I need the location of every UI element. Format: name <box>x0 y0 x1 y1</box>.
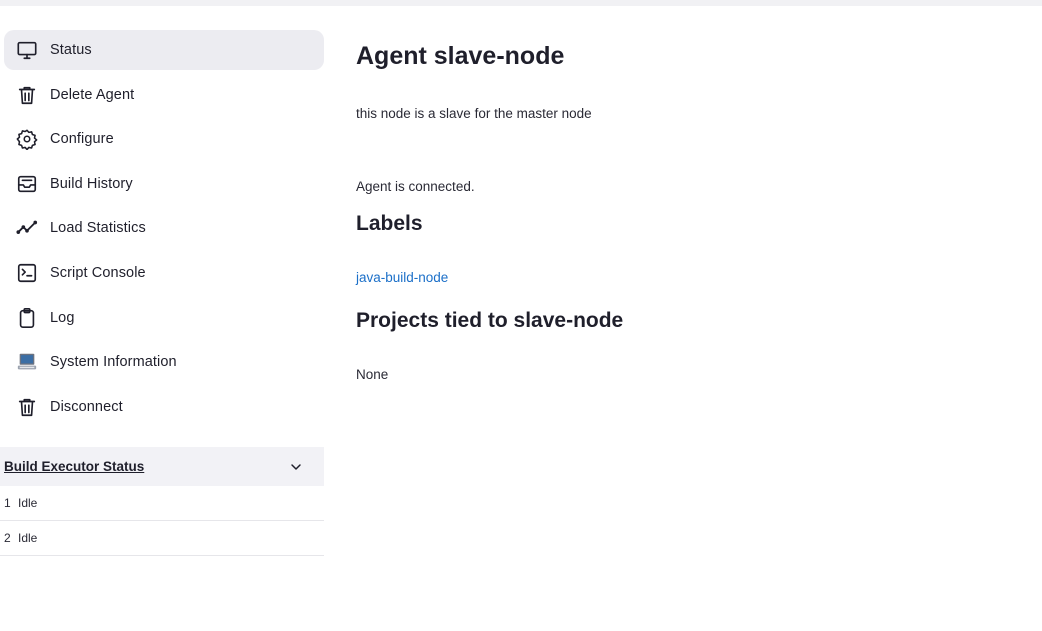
top-bar <box>0 0 1042 6</box>
sidebar-item-label: Configure <box>50 131 114 148</box>
executor-number: 1 <box>4 496 11 510</box>
projects-heading: Projects tied to slave-node <box>356 309 624 332</box>
executor-header: Build Executor Status <box>0 447 324 486</box>
line-chart-icon <box>16 217 38 239</box>
sidebar-item-system-information[interactable]: System Information <box>4 342 324 382</box>
terminal-icon <box>16 262 38 284</box>
clipboard-icon <box>16 307 38 329</box>
build-executor-panel: Build Executor Status 1 Idle 2 Idle <box>0 447 324 556</box>
executor-title-link[interactable]: Build Executor Status <box>4 459 144 474</box>
executor-status: Idle <box>18 496 38 510</box>
label-link[interactable]: java-build-node <box>356 270 448 285</box>
sidebar-item-script-console[interactable]: Script Console <box>4 253 324 293</box>
trash-icon <box>16 84 38 106</box>
trash-icon <box>16 396 38 418</box>
sidebar-item-disconnect[interactable]: Disconnect <box>4 387 324 427</box>
sidebar-item-load-statistics[interactable]: Load Statistics <box>4 208 324 248</box>
executor-number: 2 <box>4 531 11 545</box>
sidebar-item-status[interactable]: Status <box>4 30 324 70</box>
sidebar-item-build-history[interactable]: Build History <box>4 164 324 204</box>
connection-status: Agent is connected. <box>356 179 475 194</box>
projects-value: None <box>356 367 389 382</box>
sidebar-item-delete-agent[interactable]: Delete Agent <box>4 75 324 115</box>
executor-row: 1 Idle <box>0 486 324 521</box>
sidebar-item-label: Load Statistics <box>50 220 146 237</box>
executor-row: 2 Idle <box>0 521 324 556</box>
sidebar: Status Delete Agent Configure Build Hist… <box>0 30 324 431</box>
sidebar-item-label: Script Console <box>50 264 146 281</box>
sidebar-item-label: Log <box>50 309 75 326</box>
chevron-down-icon[interactable] <box>288 459 304 475</box>
node-description: this node is a slave for the master node <box>356 106 592 121</box>
sidebar-item-label: System Information <box>50 354 177 371</box>
computer-icon <box>16 351 38 373</box>
executor-status: Idle <box>18 531 38 545</box>
labels-heading: Labels <box>356 212 423 235</box>
sidebar-item-label: Disconnect <box>50 398 123 415</box>
sidebar-item-label: Delete Agent <box>50 86 135 103</box>
page-title: Agent slave-node <box>356 42 565 70</box>
sidebar-item-configure[interactable]: Configure <box>4 119 324 159</box>
monitor-icon <box>16 39 38 61</box>
sidebar-item-label: Build History <box>50 175 133 192</box>
sidebar-item-log[interactable]: Log <box>4 298 324 338</box>
sidebar-item-label: Status <box>50 42 92 58</box>
gear-icon <box>16 128 38 151</box>
inbox-icon <box>16 173 38 195</box>
